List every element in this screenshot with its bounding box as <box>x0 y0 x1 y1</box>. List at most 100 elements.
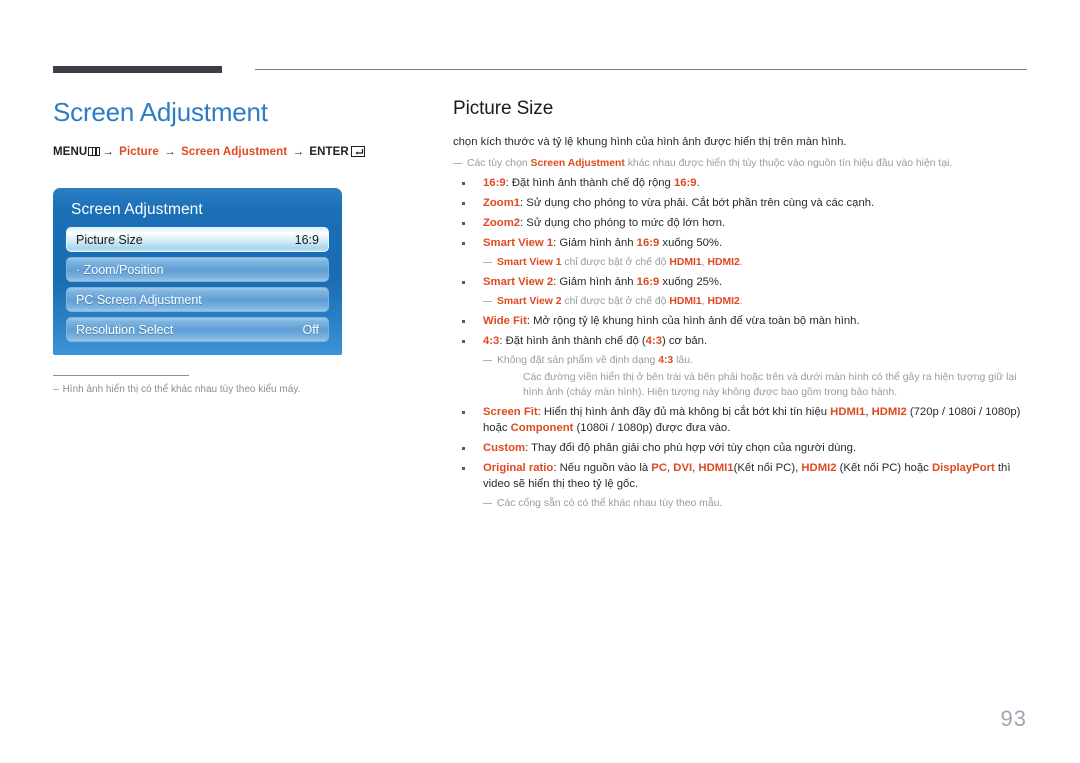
option-text: : Mở rộng tỷ lệ khung hình của hình ảnh … <box>526 315 860 327</box>
note-available-ports: Các cổng sẵn có có thể khác nhau tùy the… <box>483 496 1031 511</box>
note-text-b: khác nhau được hiển thị tùy thuộc vào ng… <box>624 158 953 169</box>
option-key: Screen Fit <box>483 406 538 418</box>
breadcrumb-arrow-1: → <box>102 146 114 158</box>
option-text-end: xuống 25%. <box>659 276 723 288</box>
osd-menu-panel: Screen Adjustment Picture Size 16:9 · Zo… <box>53 188 342 355</box>
note-accent: Smart View 1 <box>497 257 562 268</box>
note-accent: 4:3 <box>658 355 674 366</box>
osd-row-value: 16:9 <box>294 232 319 247</box>
option-accent-pc: PC <box>651 462 667 474</box>
list-item-custom: Custom: Thay đổi độ phân giải cho phù hợ… <box>453 440 1031 456</box>
option-key: Original ratio <box>483 462 554 474</box>
menu-bars-icon <box>88 147 101 156</box>
option-accent-dvi: DVI <box>673 462 693 474</box>
option-text: : Hiển thị hình ảnh đầy đủ mà không bị c… <box>537 406 831 418</box>
left-column: Screen Adjustment MENU → Picture → Screen… <box>53 96 423 158</box>
osd-row-value: Off <box>302 322 319 337</box>
option-text-end: xuống 50%. <box>659 237 723 249</box>
option-text: : Giảm hình ảnh <box>553 237 637 249</box>
option-key: Smart View 1 <box>483 237 554 249</box>
lead-paragraph: chọn kích thước và tỷ lệ khung hình của … <box>453 136 847 148</box>
option-accent: 4:3 <box>645 335 662 347</box>
list-item-zoom1: Zoom1: Sử dụng cho phóng to vừa phải. Cắ… <box>453 195 1031 211</box>
note-accent-hdmi1: HDMI1 <box>669 296 702 307</box>
option-accent: 16:9 <box>673 177 697 189</box>
note-row-smart-view-1: Smart View 1 chỉ được bật ở chế độ HDMI1… <box>453 255 1031 270</box>
list-item-wide-fit: Wide Fit: Mở rộng tỷ lệ khung hình của h… <box>453 313 1031 329</box>
note-text: chỉ được bật ở chế độ <box>561 257 670 268</box>
list-item-16-9: 16:9: Đặt hình ảnh thành chế độ rộng 16:… <box>453 175 1031 191</box>
header-rule-thick <box>53 66 222 73</box>
note-text-a: Không đặt sản phẩm về định dạng <box>497 355 659 366</box>
list-item-screen-fit: Screen Fit: Hiển thị hình ảnh đầy đủ mà … <box>453 404 1031 436</box>
list-item-original-ratio: Original ratio: Nếu nguồn vào là PC, DVI… <box>453 460 1031 492</box>
osd-row-label: Picture Size <box>76 232 143 247</box>
option-key: Smart View 2 <box>483 276 554 288</box>
option-accent-hdmi2: HDMI2 <box>801 462 837 474</box>
right-column: Picture Size chọn kích thước và tỷ lệ kh… <box>453 98 1031 515</box>
osd-row-label: PC Screen Adjustment <box>76 292 202 307</box>
option-text-end: . <box>696 177 700 189</box>
note-text-a: Các tùy chọn <box>467 158 531 169</box>
note-row-smart-view-2: Smart View 2 chỉ được bật ở chế độ HDMI1… <box>453 294 1031 309</box>
note-accent-hdmi2: HDMI2 <box>707 296 740 307</box>
picture-size-option-list: 16:9: Đặt hình ảnh thành chế độ rộng 16:… <box>453 175 1031 511</box>
page-title: Screen Adjustment <box>53 97 268 127</box>
breadcrumb-item-picture: Picture <box>119 146 159 158</box>
note-4-3-warning-continued: Các đường viền hiển thị ở bên trái và bê… <box>523 372 1017 398</box>
footnote-rule <box>53 375 189 376</box>
enter-return-icon <box>350 146 365 157</box>
note-row-ports: Các cổng sẵn có có thể khác nhau tùy the… <box>453 496 1031 511</box>
breadcrumb-enter-label: ENTER <box>309 146 349 158</box>
note-accent: Smart View 2 <box>497 296 562 307</box>
osd-row-label: Resolution Select <box>76 322 174 337</box>
note-row-4-3: Không đặt sản phẩm về định dạng 4:3 lâu.… <box>453 353 1031 400</box>
option-accent-displayport: DisplayPort <box>931 462 995 474</box>
osd-row-picture-size[interactable]: Picture Size 16:9 <box>66 227 329 252</box>
note-text-end: . <box>739 257 743 268</box>
option-key: Wide Fit <box>483 315 527 327</box>
option-key: 4:3 <box>483 335 500 347</box>
note-accent: Screen Adjustment <box>530 158 625 169</box>
option-accent: 16:9 <box>636 237 660 249</box>
option-text: : Sử dụng cho phóng to mức độ lớn hơn. <box>520 217 726 229</box>
note-smart-view-2: Smart View 2 chỉ được bật ở chế độ HDMI1… <box>483 294 1031 309</box>
osd-row-pc-screen-adjustment[interactable]: PC Screen Adjustment <box>66 287 329 312</box>
note-accent-hdmi2: HDMI2 <box>707 257 740 268</box>
option-text-a: : Nếu nguồn vào là <box>553 462 652 474</box>
option-key: Zoom1 <box>483 197 521 209</box>
footnote-dash: – <box>53 384 59 395</box>
option-key: Zoom2 <box>483 217 521 229</box>
breadcrumb-menu-label: MENU <box>53 146 88 158</box>
note-4-3-warning: Không đặt sản phẩm về định dạng 4:3 lâu. <box>483 353 1031 368</box>
left-footnote: – Hình ảnh hiển thị có thể khác nhau tùy … <box>53 383 393 397</box>
option-accent-hdmi1: HDMI1 <box>698 462 734 474</box>
note-accent-hdmi1: HDMI1 <box>669 257 702 268</box>
option-accent-component: Component <box>510 422 574 434</box>
option-key: 16:9 <box>483 177 506 189</box>
page-number: 93 <box>1000 706 1027 731</box>
option-text: : Giảm hình ảnh <box>553 276 637 288</box>
option-accent-hdmi2: HDMI2 <box>871 406 907 418</box>
option-text: : Thay đổi độ phân giải cho phù hợp với … <box>525 442 857 454</box>
header-rule-thin <box>255 69 1027 70</box>
option-text: : Đặt hình ảnh thành chế độ ( <box>499 335 646 347</box>
option-key: Custom <box>483 442 526 454</box>
breadcrumb-arrow-3: → <box>292 146 305 158</box>
option-text: : Đặt hình ảnh thành chế độ rộng <box>505 177 674 189</box>
note-screen-adjustment-options: Các tùy chọn Screen Adjustment khác nhau… <box>453 156 1031 171</box>
osd-row-zoom-position[interactable]: · Zoom/Position <box>66 257 329 282</box>
note-text-end: . <box>739 296 743 307</box>
footnote-text: Hình ảnh hiển thị có thể khác nhau tùy t… <box>62 384 301 395</box>
option-text-b: (Kết nối PC), <box>733 462 802 474</box>
option-accent-hdmi1: HDMI1 <box>830 406 866 418</box>
breadcrumb-arrow-2: → <box>164 146 176 158</box>
list-item-4-3: 4:3: Đặt hình ảnh thành chế độ (4:3) cơ … <box>453 333 1031 349</box>
option-accent: 16:9 <box>636 276 660 288</box>
breadcrumb: MENU → Picture → Screen Adjustment → ENTE… <box>53 146 423 158</box>
option-text-end: ) cơ bản. <box>662 335 708 347</box>
note-smart-view-1: Smart View 1 chỉ được bật ở chế độ HDMI1… <box>483 255 1031 270</box>
osd-row-resolution-select[interactable]: Resolution Select Off <box>66 317 329 342</box>
osd-row-label: · Zoom/Position <box>76 262 164 277</box>
note-text: chỉ được bật ở chế độ <box>561 296 670 307</box>
